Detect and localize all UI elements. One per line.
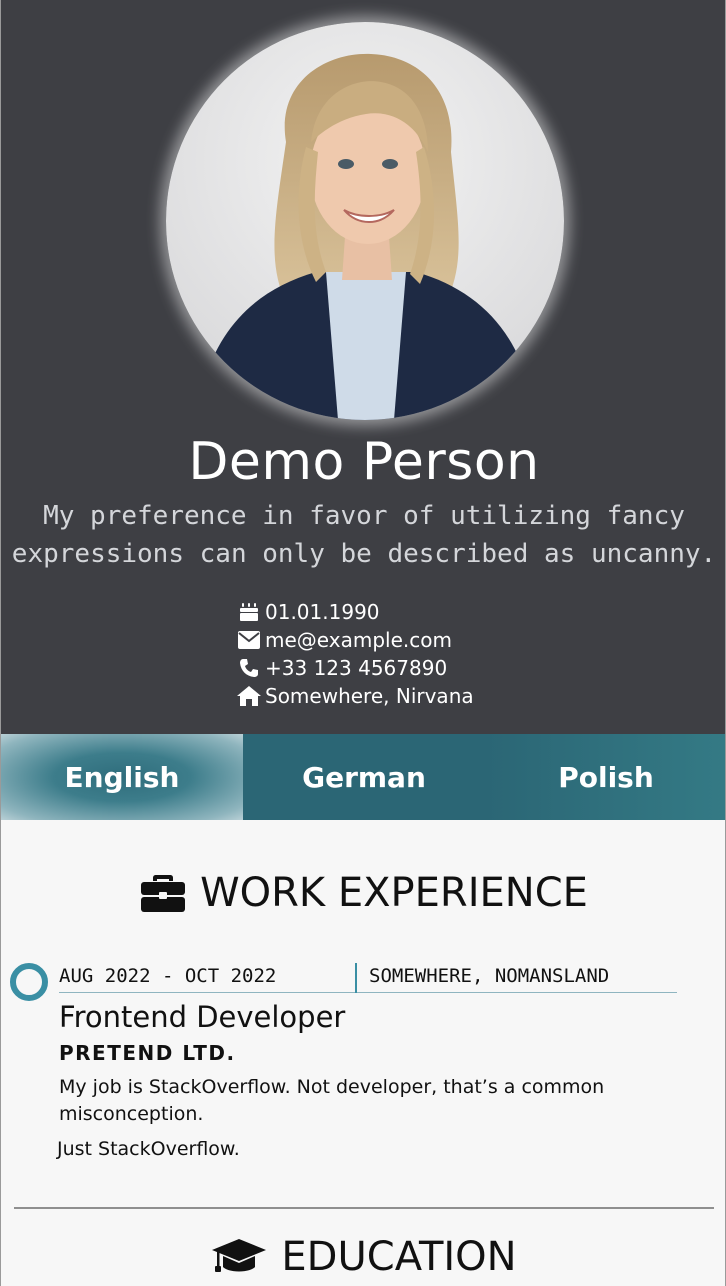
tab-english[interactable]: English	[1, 734, 243, 820]
tab-german[interactable]: German	[243, 734, 485, 820]
phone-icon	[237, 658, 261, 678]
graduation-cap-icon	[212, 1239, 267, 1272]
briefcase-icon	[141, 875, 186, 912]
job-meta-row: AUG 2022 - OCT 2022 SOMEWHERE, NOMANSLAN…	[59, 963, 677, 993]
tagline-line-1: My preference in favor of utilizing fanc…	[43, 501, 685, 531]
education-heading: EDUCATION	[1, 1234, 725, 1280]
tab-polish[interactable]: Polish	[485, 734, 725, 820]
phone-text[interactable]: +33 123 4567890	[265, 656, 447, 680]
job-description-extra: Just StackOverflow.	[57, 1138, 240, 1160]
job-role: Frontend Developer	[59, 1000, 346, 1034]
address-text: Somewhere, Nirvana	[265, 684, 474, 708]
cv-page: Demo Person My preference in favor of ut…	[0, 0, 726, 1286]
email-text[interactable]: me@example.com	[265, 628, 452, 652]
job-dates: AUG 2022 - OCT 2022	[59, 965, 277, 987]
job-description: My job is StackOverflow. Not developer, …	[59, 1076, 605, 1125]
envelope-icon	[237, 631, 261, 649]
section-divider	[14, 1207, 714, 1209]
profile-name: Demo Person	[188, 432, 540, 492]
language-tabs: English German Polish	[1, 734, 725, 820]
home-icon	[237, 686, 261, 706]
job-company: PRETEND LTD.	[59, 1041, 236, 1065]
birthday-cake-icon	[237, 602, 261, 622]
contact-email[interactable]: me@example.com	[237, 626, 474, 654]
education-title: EDUCATION	[281, 1234, 517, 1280]
profile-header: Demo Person My preference in favor of ut…	[1, 0, 725, 734]
job-location: SOMEWHERE, NOMANSLAND	[369, 965, 610, 987]
contact-birthday: 01.01.1990	[237, 598, 474, 626]
profile-tagline: My preference in favor of utilizing fanc…	[1, 497, 725, 573]
timeline-marker	[10, 963, 48, 1001]
contact-address: Somewhere, Nirvana	[237, 682, 474, 710]
work-experience-title: WORK EXPERIENCE	[200, 870, 588, 916]
work-experience-heading: WORK EXPERIENCE	[1, 870, 725, 916]
meta-separator	[355, 963, 357, 993]
contact-list: 01.01.1990 me@example.com +33 123 456789…	[237, 598, 474, 710]
tagline-line-2: expressions can only be described as unc…	[11, 539, 717, 569]
contact-phone[interactable]: +33 123 4567890	[237, 654, 474, 682]
profile-photo	[166, 22, 564, 420]
birthday-text: 01.01.1990	[265, 600, 380, 624]
